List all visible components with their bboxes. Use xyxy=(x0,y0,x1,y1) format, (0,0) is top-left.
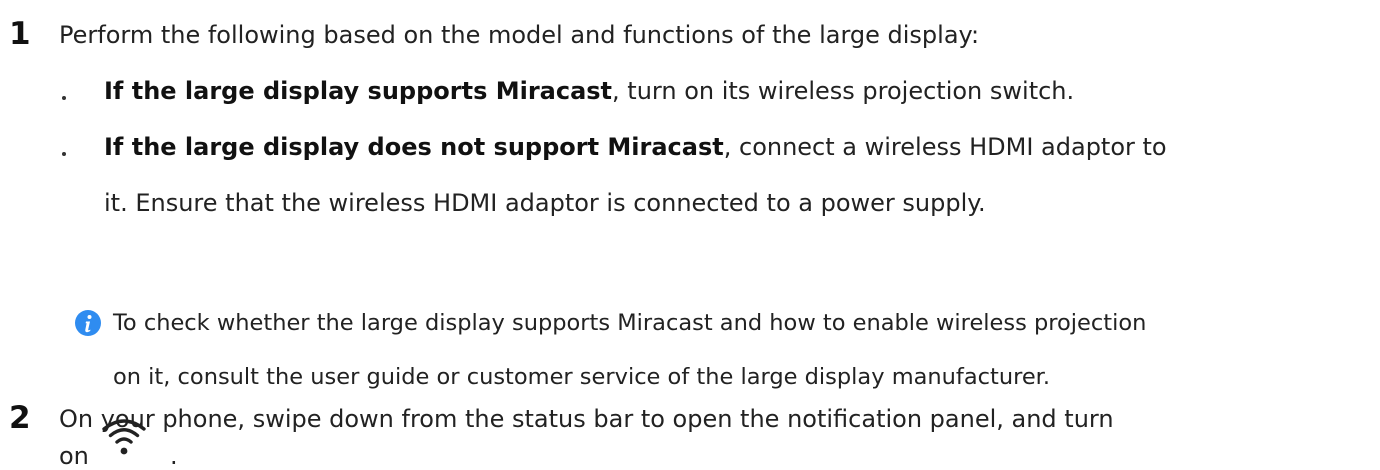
step-text-prefix: on xyxy=(59,442,89,470)
bullet-rest-text: , turn on its wireless projection switch… xyxy=(612,77,1075,105)
bullet-rest-text: , connect a wireless HDMI adaptor to xyxy=(723,133,1167,161)
bullet-text: If the large display does not support Mi… xyxy=(104,135,1167,159)
bullet-continuation-text: it. Ensure that the wireless HDMI adapto… xyxy=(104,189,986,217)
note-text: on it, consult the user guide or custome… xyxy=(113,364,1051,390)
step-number: 1 xyxy=(9,16,31,52)
wifi-icon xyxy=(102,419,146,455)
bullet-bold-text: If the large display does not support Mi… xyxy=(104,133,724,161)
step-text: On your phone, swipe down from the statu… xyxy=(59,405,1114,433)
step-number: 2 xyxy=(9,400,31,436)
step-text-suffix: . xyxy=(170,442,178,470)
bullet-dot xyxy=(62,152,66,156)
bullet-text: If the large display supports Miracast, … xyxy=(104,79,1074,103)
note-text: To check whether the large display suppo… xyxy=(113,310,1147,336)
bullet-bold-text: If the large display supports Miracast xyxy=(104,77,613,105)
bullet-dot xyxy=(62,96,66,100)
step-text: Perform the following based on the model… xyxy=(59,21,980,49)
info-icon xyxy=(75,310,101,336)
